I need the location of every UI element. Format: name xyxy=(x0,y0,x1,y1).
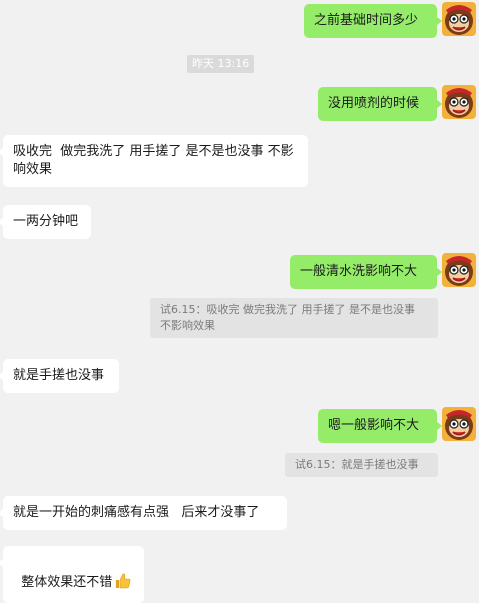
avatar-monkey-icon[interactable] xyxy=(442,85,476,119)
message-text: 整体效果还不错 xyxy=(21,575,113,590)
incoming-message[interactable]: 整体效果还不错 xyxy=(0,546,144,603)
timestamp: 昨天 13:16 xyxy=(187,55,255,73)
avatar-monkey-icon[interactable] xyxy=(442,253,476,287)
outgoing-message[interactable]: 嗯一般影响不大 xyxy=(318,409,442,443)
outgoing-message[interactable]: 之前基础时间多少 xyxy=(304,4,442,38)
avatar-monkey-icon[interactable] xyxy=(442,2,476,36)
quoted-message[interactable]: 试6.15：吸收完 做完我洗了 用手搓了 是不是也没事 不影响效果 xyxy=(150,298,438,338)
avatar-monkey-icon[interactable] xyxy=(442,407,476,441)
incoming-message[interactable]: 一两分钟吧 xyxy=(0,205,91,239)
incoming-message[interactable]: 吸收完 做完我洗了 用手搓了 是不是也没事 不影响效果 xyxy=(0,135,308,187)
thumbs-up-icon xyxy=(114,572,131,595)
outgoing-message[interactable]: 没用喷剂的时候 xyxy=(318,87,442,121)
incoming-message[interactable]: 就是手搓也没事 xyxy=(0,359,119,393)
outgoing-message[interactable]: 一般清水洗影响不大 xyxy=(290,255,442,289)
incoming-message[interactable]: 就是一开始的刺痛感有点强 后来才没事了 xyxy=(0,496,287,530)
quoted-message[interactable]: 试6.15：就是手搓也没事 xyxy=(285,453,438,477)
